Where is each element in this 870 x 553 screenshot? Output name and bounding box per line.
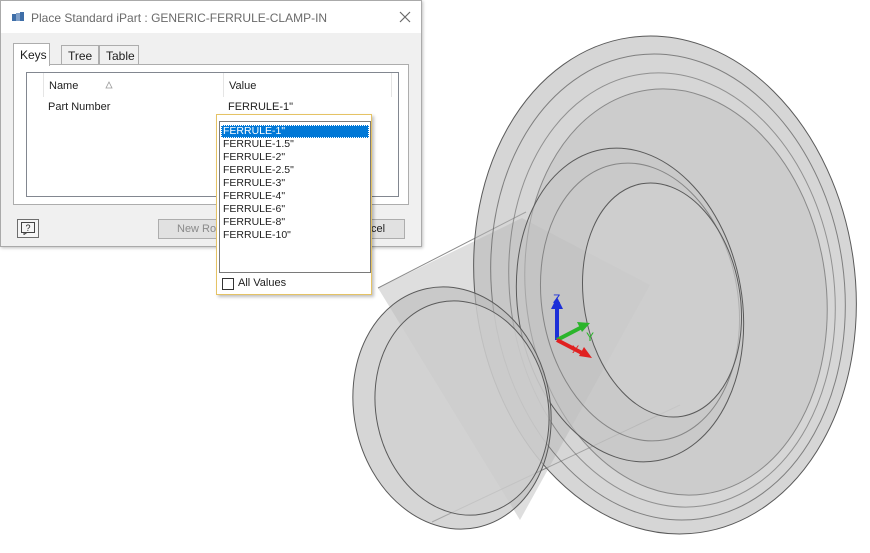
tab-tree[interactable]: Tree: [61, 45, 99, 65]
list-item[interactable]: FERRULE-6": [221, 203, 369, 216]
help-icon: ?: [21, 222, 35, 235]
column-header-name[interactable]: Name: [44, 73, 224, 97]
dialog-title: Place Standard iPart : GENERIC-FERRULE-C…: [31, 11, 328, 25]
all-values-label: All Values: [238, 277, 287, 289]
list-item[interactable]: FERRULE-4": [221, 190, 369, 203]
list-item[interactable]: FERRULE-10": [221, 229, 369, 242]
all-values-checkbox[interactable]: [222, 278, 234, 290]
value-listbox[interactable]: FERRULE-1" FERRULE-1.5" FERRULE-2" FERRU…: [219, 121, 371, 273]
axis-label-y: Y: [586, 330, 594, 344]
axis-label-x: X: [572, 344, 580, 356]
axis-label-z: Z: [553, 292, 560, 306]
ipart-app-icon: [12, 12, 24, 21]
part-number-dropdown: FERRULE-1" FERRULE-1.5" FERRULE-2" FERRU…: [216, 114, 372, 295]
svg-text:?: ?: [25, 223, 30, 233]
row-header-column: [27, 73, 44, 97]
close-icon: [399, 11, 411, 23]
list-item[interactable]: FERRULE-2": [221, 151, 369, 164]
close-button[interactable]: [395, 7, 415, 27]
part-number-value-cell[interactable]: FERRULE-1": [228, 101, 293, 113]
list-item[interactable]: FERRULE-1": [221, 125, 369, 138]
list-item[interactable]: FERRULE-1.5": [221, 138, 369, 151]
help-button[interactable]: ?: [17, 219, 39, 238]
dialog-titlebar[interactable]: Place Standard iPart : GENERIC-FERRULE-C…: [1, 1, 421, 33]
column-header-name-label: Name: [49, 80, 79, 92]
list-item[interactable]: FERRULE-3": [221, 177, 369, 190]
list-item[interactable]: FERRULE-8": [221, 216, 369, 229]
part-number-name-cell: Part Number: [48, 101, 111, 113]
tab-table[interactable]: Table: [99, 45, 139, 65]
list-item[interactable]: FERRULE-2.5": [221, 164, 369, 177]
grid-header: Name Value: [27, 73, 398, 97]
sort-indicator-icon: [105, 81, 113, 89]
tab-keys[interactable]: Keys: [13, 43, 50, 66]
column-header-value[interactable]: Value: [224, 73, 392, 97]
